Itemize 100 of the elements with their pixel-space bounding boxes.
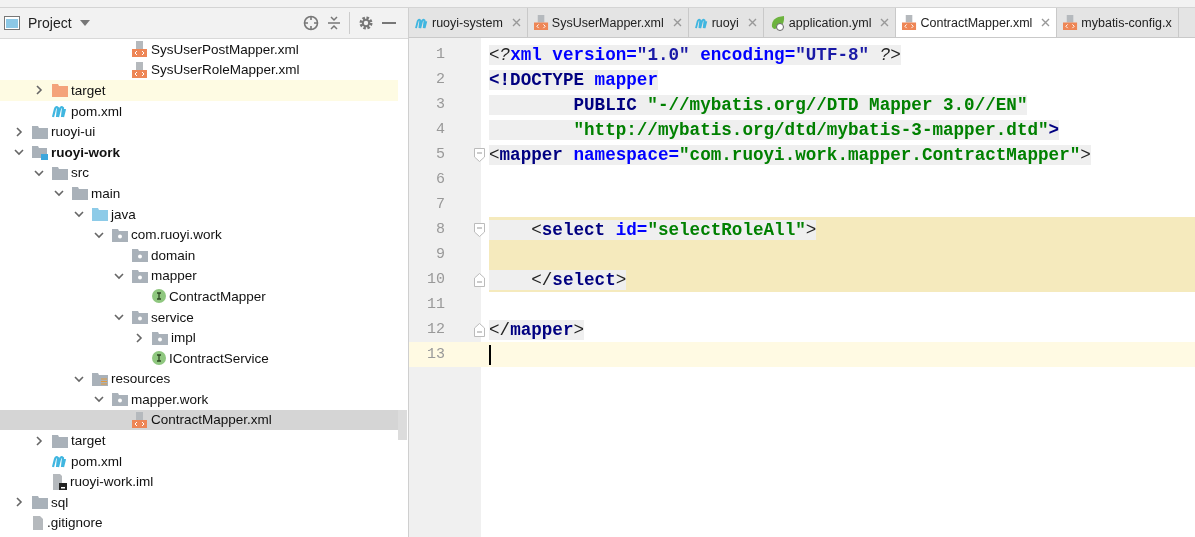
chevron-down-icon[interactable]	[54, 188, 64, 199]
interface-icon	[152, 351, 166, 366]
package-icon	[132, 310, 148, 324]
xml-file-icon	[132, 412, 148, 428]
tree-item[interactable]: impl	[0, 327, 398, 348]
settings-icon[interactable]	[358, 15, 374, 31]
line-number: 12	[426, 320, 446, 340]
hide-icon[interactable]	[382, 21, 396, 25]
line-number: 2	[435, 70, 446, 90]
tree-item[interactable]: ruoyi-ui	[0, 121, 398, 142]
chevron-right-icon[interactable]	[14, 126, 24, 137]
chevron-down-icon[interactable]	[114, 270, 124, 281]
close-icon[interactable]	[880, 18, 890, 27]
maven-icon	[52, 454, 68, 469]
tree-item[interactable]: ContractMapper	[0, 286, 398, 307]
xml-file-icon	[132, 61, 148, 78]
line-number: 1	[435, 45, 446, 65]
chevron-right-icon[interactable]	[34, 85, 44, 96]
module-file-icon	[52, 473, 67, 490]
tree-item[interactable]: resources	[0, 368, 398, 390]
maven-icon	[415, 16, 429, 29]
leaf-icon	[769, 14, 786, 31]
tree-item[interactable]: pom.xml	[0, 450, 398, 472]
package-icon	[112, 227, 128, 242]
line-number: 9	[435, 245, 446, 265]
tree-item[interactable]: SysUserPostMapper.xml	[0, 39, 398, 60]
folder-icon	[92, 207, 108, 222]
xml-file-icon	[902, 15, 918, 30]
maven-icon	[52, 104, 68, 119]
interface-icon	[152, 289, 166, 304]
package-icon	[152, 330, 168, 345]
chevron-down-icon[interactable]	[114, 312, 124, 322]
locate-icon[interactable]	[303, 15, 319, 31]
chevron-right-icon[interactable]	[34, 435, 44, 446]
tree-item[interactable]: target	[0, 430, 398, 451]
line-number: 6	[435, 170, 446, 190]
tree-item[interactable]: SysUserRoleMapper.xml	[0, 59, 398, 81]
tree-item[interactable]: com.ruoyi.work	[0, 224, 398, 245]
editor-tab[interactable]: ruoyi	[688, 8, 764, 37]
maven-icon	[694, 16, 709, 29]
line-number: 8	[435, 220, 446, 240]
tree-item[interactable]: pom.xml	[0, 100, 398, 122]
folder-icon	[52, 433, 68, 448]
tree-item[interactable]: main	[0, 183, 398, 204]
folder-icon	[72, 186, 88, 201]
tree-item[interactable]: mapper.work	[0, 389, 398, 410]
panel-title[interactable]: Project	[28, 15, 72, 31]
line-number: 3	[435, 95, 446, 115]
tree-item[interactable]: ruoyi-work	[0, 141, 398, 163]
line-number: 7	[435, 195, 446, 215]
panel-icon	[4, 16, 20, 30]
editor-tab[interactable]: mybatis-config.x	[1057, 8, 1179, 37]
chevron-down-icon[interactable]	[34, 167, 44, 178]
chevron-right-icon[interactable]	[134, 332, 144, 343]
package-icon	[132, 268, 148, 283]
package-icon	[112, 392, 128, 407]
close-icon[interactable]	[672, 18, 682, 27]
chevron-down-icon[interactable]	[94, 229, 104, 240]
xml-file-icon	[533, 15, 549, 30]
xml-file-icon	[1063, 15, 1079, 30]
tree-item[interactable]: mapper	[0, 265, 398, 287]
tree-item[interactable]: sql	[0, 492, 398, 513]
tree-item[interactable]: service	[0, 306, 398, 328]
editor-tab[interactable]: ruoyi-system	[409, 8, 528, 37]
line-number: 5	[435, 145, 446, 165]
line-number: 10	[426, 270, 446, 290]
xml-file-icon	[132, 41, 148, 58]
tree-item[interactable]: .gitignore	[0, 512, 398, 534]
editor-tab[interactable]: SysUserMapper.xml	[527, 8, 689, 37]
folder-icon	[32, 495, 48, 510]
line-number: 4	[435, 120, 446, 140]
module-folder-icon	[32, 144, 48, 160]
close-icon[interactable]	[1041, 18, 1051, 27]
chevron-right-icon[interactable]	[14, 497, 24, 508]
folder-icon	[52, 165, 68, 180]
folder-icon	[32, 124, 48, 139]
tree-item[interactable]: target	[0, 80, 398, 101]
chevron-down-icon[interactable]	[74, 373, 84, 384]
collapse-icon[interactable]	[327, 15, 341, 31]
chevron-down-icon[interactable]	[94, 394, 104, 405]
tree-item[interactable]: java	[0, 203, 398, 225]
chevron-down-icon[interactable]	[74, 209, 84, 220]
tree-item[interactable]: src	[0, 162, 398, 184]
close-icon[interactable]	[511, 18, 521, 27]
tree-item[interactable]: ruoyi-work.iml	[0, 471, 398, 493]
resources-folder-icon	[92, 371, 108, 386]
tree-item[interactable]: IContractService	[0, 347, 398, 369]
close-icon[interactable]	[747, 18, 757, 27]
chevron-down-icon[interactable]	[14, 147, 24, 158]
text-cursor	[489, 344, 491, 365]
caret-icon[interactable]	[79, 20, 90, 26]
tree-item[interactable]: domain	[0, 244, 398, 266]
scrollbar-thumb[interactable]	[398, 410, 407, 440]
line-number: 11	[426, 295, 446, 315]
line-number: 13	[426, 345, 446, 365]
folder-icon	[52, 83, 68, 98]
file-icon	[32, 514, 44, 531]
editor-tab[interactable]: ContractMapper.xml	[896, 8, 1058, 37]
tree-item[interactable]: ContractMapper.xml	[0, 409, 398, 431]
package-icon	[132, 248, 148, 263]
